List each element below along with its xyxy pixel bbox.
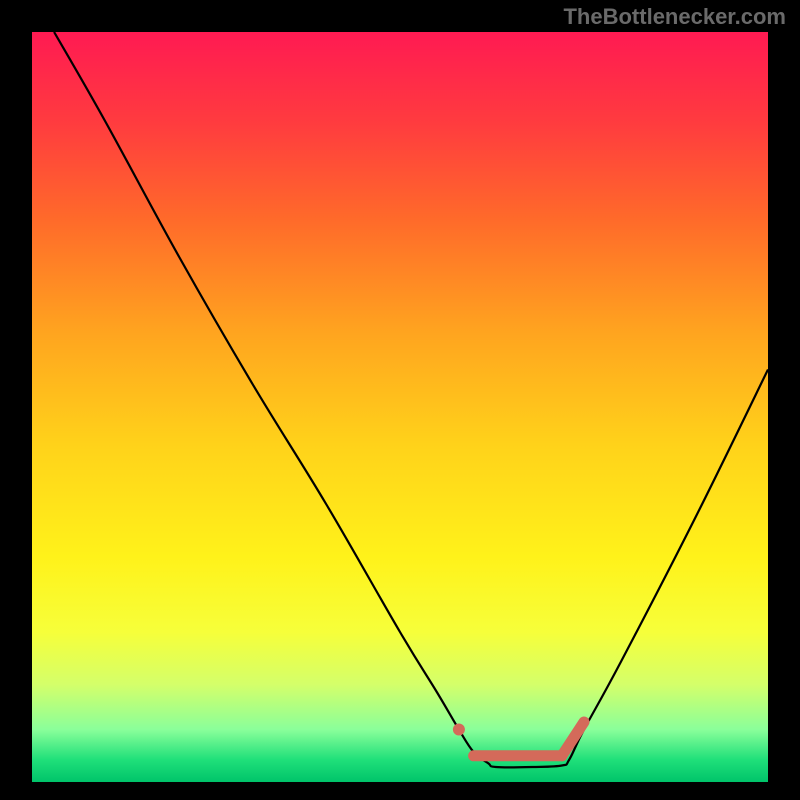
watermark-label: TheBottlenecker.com [563, 4, 786, 30]
chart-container: TheBottlenecker.com [0, 0, 800, 800]
gradient-plot-area [32, 32, 768, 782]
